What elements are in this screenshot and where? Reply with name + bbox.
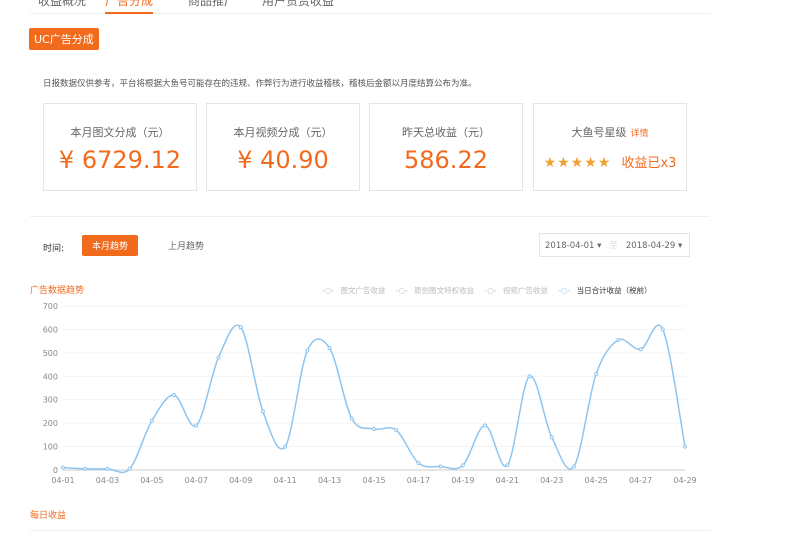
- notice-text: 日报数据仅供参考，平台将根据大鱼号可能存在的违规、作弊行为进行收益稽核，稽核后金…: [43, 79, 477, 89]
- data-point: [105, 466, 110, 471]
- card-video: 本月视频分成（元） ¥ 40.90: [206, 103, 360, 191]
- card-yesterday: 昨天总收益（元） 586.22: [369, 103, 523, 191]
- data-point: [549, 435, 554, 440]
- data-point: [194, 423, 199, 428]
- y-tick-label: 300: [43, 396, 58, 405]
- card-value: 586.22: [404, 146, 488, 174]
- data-point: [61, 465, 65, 470]
- y-tick-label: 500: [43, 349, 58, 358]
- y-tick-label: 600: [43, 325, 58, 334]
- legend-item[interactable]: -○- 图文广告收益: [322, 286, 389, 295]
- x-tick-label: 04-17: [407, 476, 430, 485]
- data-point: [283, 444, 288, 449]
- y-tick-label: 100: [43, 443, 58, 452]
- data-point: [416, 460, 421, 465]
- x-tick-label: 04-11: [274, 476, 297, 485]
- trend-chart: 0 100 200 300 400 500 600 700 04-01 04-03 04-05 04-…: [43, 302, 697, 485]
- multiplier-text: 收益已x3: [621, 156, 677, 171]
- data-point: [438, 464, 443, 469]
- x-tick-label: 04-15: [362, 476, 385, 485]
- date-range-picker[interactable]: 2018-04-01 ▾ 至 2018-04-29 ▾: [539, 233, 690, 257]
- data-point: [260, 409, 265, 414]
- card-title: 昨天总收益（元）: [402, 126, 490, 139]
- legend-item[interactable]: -○- 视频广告收益: [485, 286, 552, 295]
- data-point: [305, 348, 310, 353]
- x-tick-label: 04-23: [540, 476, 563, 485]
- data-point: [127, 466, 132, 471]
- data-point: [460, 463, 465, 468]
- card-title: 大鱼号星级: [571, 126, 627, 139]
- data-point: [660, 327, 665, 332]
- details-link[interactable]: 详情: [630, 129, 648, 139]
- y-tick-label: 200: [43, 419, 58, 428]
- card-title: 本月图文分成（元）: [70, 126, 170, 139]
- y-tick-label: 400: [43, 372, 58, 381]
- data-point: [83, 466, 88, 471]
- data-point: [683, 444, 687, 449]
- x-tick-label: 04-21: [496, 476, 519, 485]
- y-tick-label: 0: [53, 466, 58, 475]
- data-point: [616, 337, 621, 342]
- data-point: [638, 347, 643, 352]
- tab-overview[interactable]: 收益概况: [38, 0, 86, 9]
- top-tabs: 收益概况 广告分成 商品推广 用户赞赏收益: [30, 0, 710, 14]
- data-point: [372, 427, 376, 431]
- card-article: 本月图文分成（元） ¥ 6729.12: [43, 103, 197, 191]
- legend-item[interactable]: -○- 当日合计收益（税前）: [558, 286, 655, 295]
- x-tick-label: 04-13: [318, 476, 341, 485]
- x-tick-label: 04-19: [451, 476, 474, 485]
- card-value: ¥ 40.90: [237, 146, 329, 174]
- data-point: [172, 393, 177, 398]
- x-tick-label: 04-29: [673, 476, 696, 485]
- data-point: [505, 463, 510, 468]
- daily-income-title: 每日收益: [30, 511, 67, 521]
- x-tick-label: 04-01: [51, 476, 74, 485]
- data-point: [216, 355, 221, 360]
- last-month-button[interactable]: 上月趋势: [168, 239, 204, 252]
- time-label: 时间:: [43, 244, 65, 254]
- data-point: [571, 464, 576, 469]
- star-icons: ★★★★★: [543, 155, 612, 171]
- data-point: [327, 346, 332, 351]
- tab-ad-share[interactable]: 广告分成: [105, 0, 154, 14]
- x-tick-label: 04-07: [185, 476, 208, 485]
- x-tick-label: 04-09: [229, 476, 252, 485]
- data-point: [527, 374, 532, 379]
- date-to[interactable]: 2018-04-29 ▾: [626, 241, 682, 251]
- x-tick-label: 04-03: [96, 476, 119, 485]
- card-value: ¥ 6729.12: [58, 146, 182, 174]
- date-separator: 至: [609, 241, 618, 251]
- data-point: [149, 418, 154, 423]
- data-point: [238, 325, 243, 330]
- data-point: [349, 416, 354, 421]
- tab-product[interactable]: 商品推广: [188, 0, 236, 9]
- divider: [30, 216, 710, 217]
- data-point: [483, 423, 488, 428]
- series-line: [62, 324, 686, 474]
- data-point: [594, 371, 599, 376]
- tab-reward[interactable]: 用户赞赏收益: [262, 0, 334, 9]
- x-tick-label: 04-25: [585, 476, 608, 485]
- divider: [30, 530, 710, 531]
- this-month-button[interactable]: 本月趋势: [82, 235, 139, 256]
- uc-ad-badge[interactable]: UC广告分成: [29, 28, 99, 50]
- x-tick-label: 04-27: [629, 476, 652, 485]
- card-title: 本月视频分成（元）: [233, 126, 333, 139]
- card-star-level: 大鱼号星级 详情 ★★★★★ 收益已x3: [533, 103, 687, 191]
- legend-item[interactable]: -○- 原创图文特权收益: [396, 286, 478, 295]
- x-tick-label: 04-05: [140, 476, 163, 485]
- y-tick-label: 700: [43, 302, 58, 311]
- date-from[interactable]: 2018-04-01 ▾: [545, 241, 601, 251]
- data-point: [394, 428, 399, 433]
